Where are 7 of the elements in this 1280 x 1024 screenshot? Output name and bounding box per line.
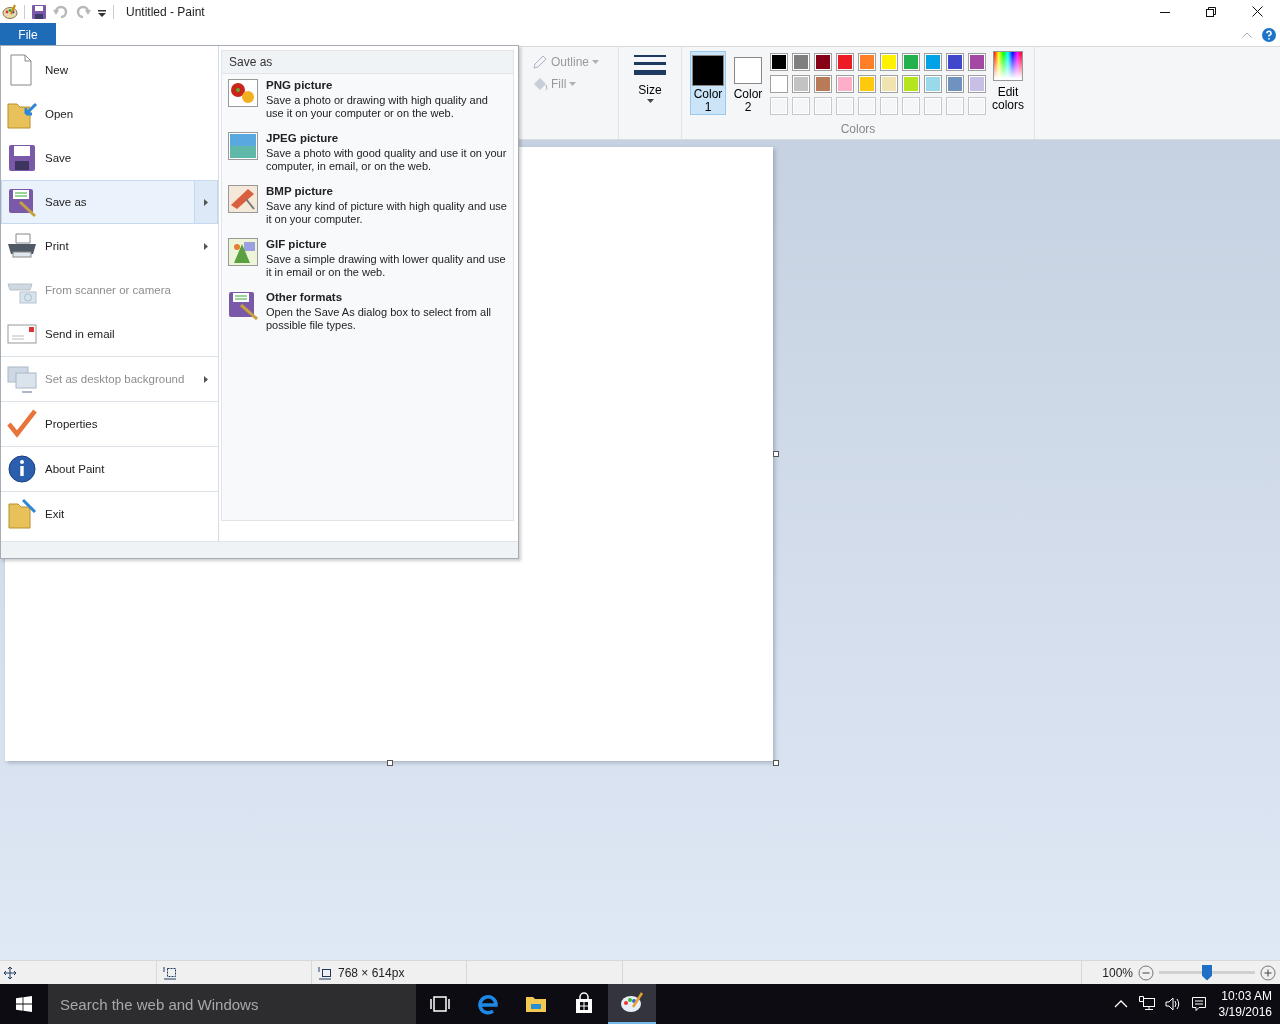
image-size-text: 768 × 614px (338, 965, 405, 980)
clock-time: 10:03 AM (1221, 988, 1272, 1004)
submenu-header: Save as (222, 51, 513, 74)
zoom-percent: 100% (1102, 965, 1133, 980)
group-label: Colors (839, 122, 877, 136)
window-title: Untitled - Paint (126, 4, 205, 19)
clock-date: 3/19/2016 (1218, 1004, 1272, 1020)
